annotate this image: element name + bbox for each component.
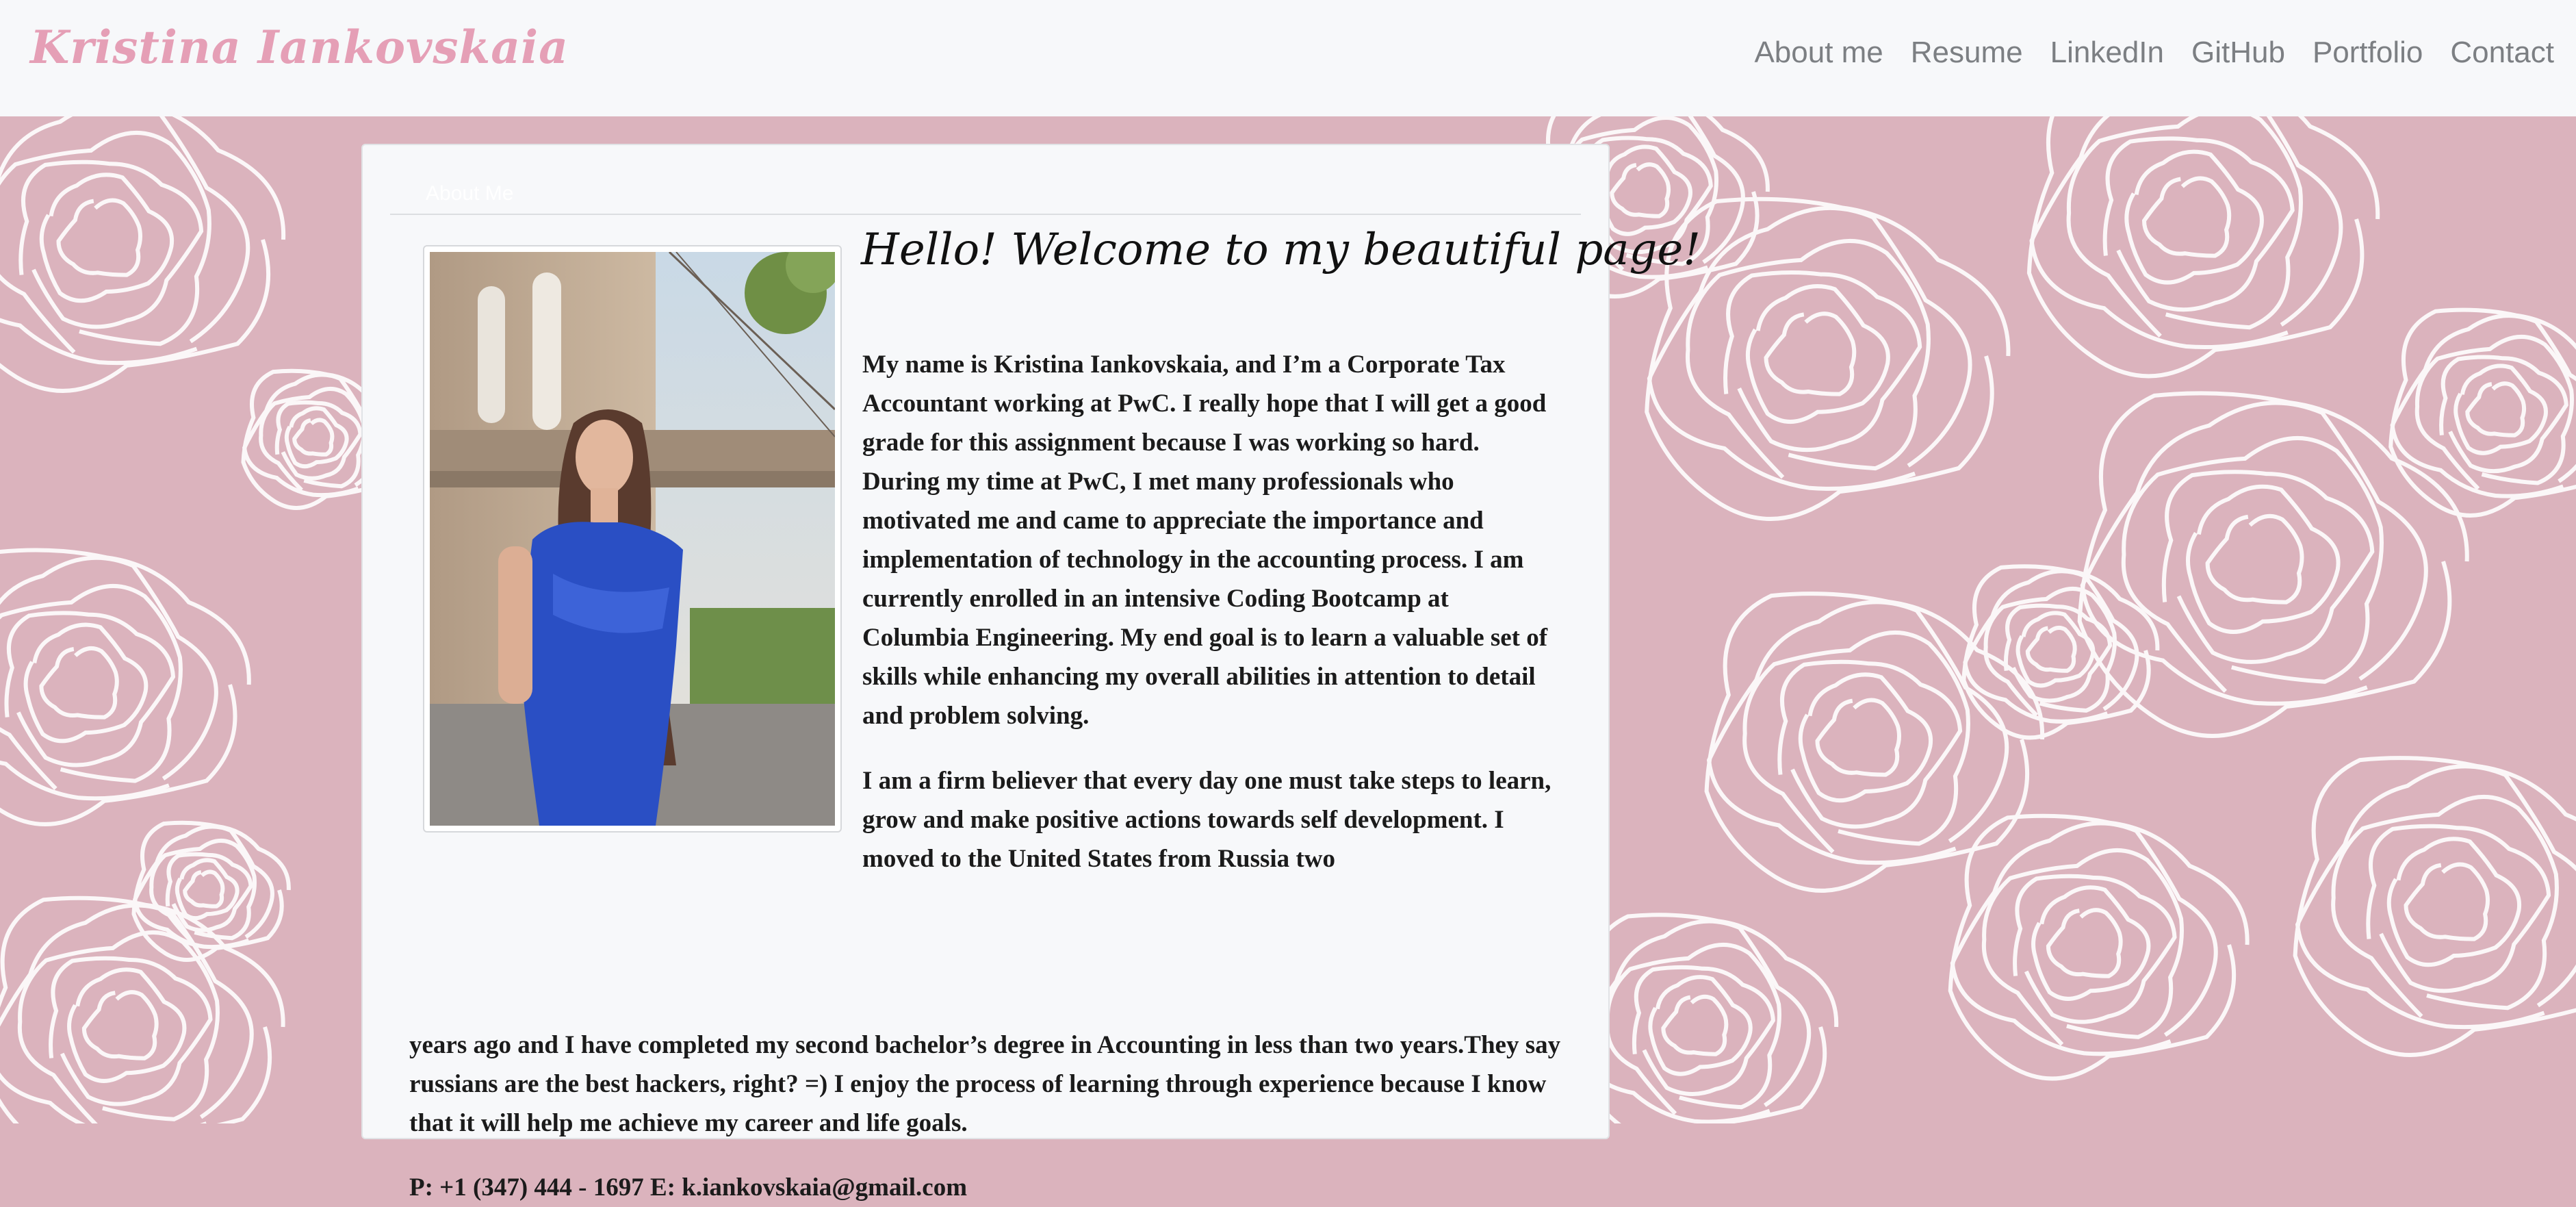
brand-logo[interactable]: Kristina Iankovskaia — [30, 21, 569, 74]
contact-info: P: +1 (347) 444 - 1697 E: k.iankovskaia@… — [409, 1173, 968, 1202]
bio-paragraph-2-end: years ago and I have completed my second… — [409, 1031, 1561, 1137]
about-card: About Me Hello! Welcome to my beautiful … — [361, 144, 1701, 1202]
card-header-title: About Me — [426, 182, 514, 205]
nav-about-link[interactable]: About me — [1754, 36, 1883, 70]
top-navbar: Kristina Iankovskaia About me Resume Lin… — [0, 0, 2576, 116]
nav-portfolio-link[interactable]: Portfolio — [2313, 36, 2423, 70]
welcome-heading: Hello! Welcome to my beautiful page! — [861, 225, 1701, 275]
nav-github-link[interactable]: GitHub — [2191, 36, 2285, 70]
nav-resume-link[interactable]: Resume — [1911, 36, 2023, 70]
nav-links: About me Resume LinkedIn GitHub Portfoli… — [1754, 36, 2554, 70]
bio-paragraph-1: My name is Kristina Iankovskaia, and I’m… — [862, 351, 1548, 730]
profile-photo — [423, 245, 842, 833]
card-header: About Me — [390, 163, 1581, 215]
profile-photo-image — [430, 252, 835, 826]
nav-linkedin-link[interactable]: LinkedIn — [2050, 36, 2164, 70]
bio-paragraph-2-start: I am a firm believer that every day one … — [862, 767, 1551, 873]
nav-contact-link[interactable]: Contact — [2450, 36, 2554, 70]
